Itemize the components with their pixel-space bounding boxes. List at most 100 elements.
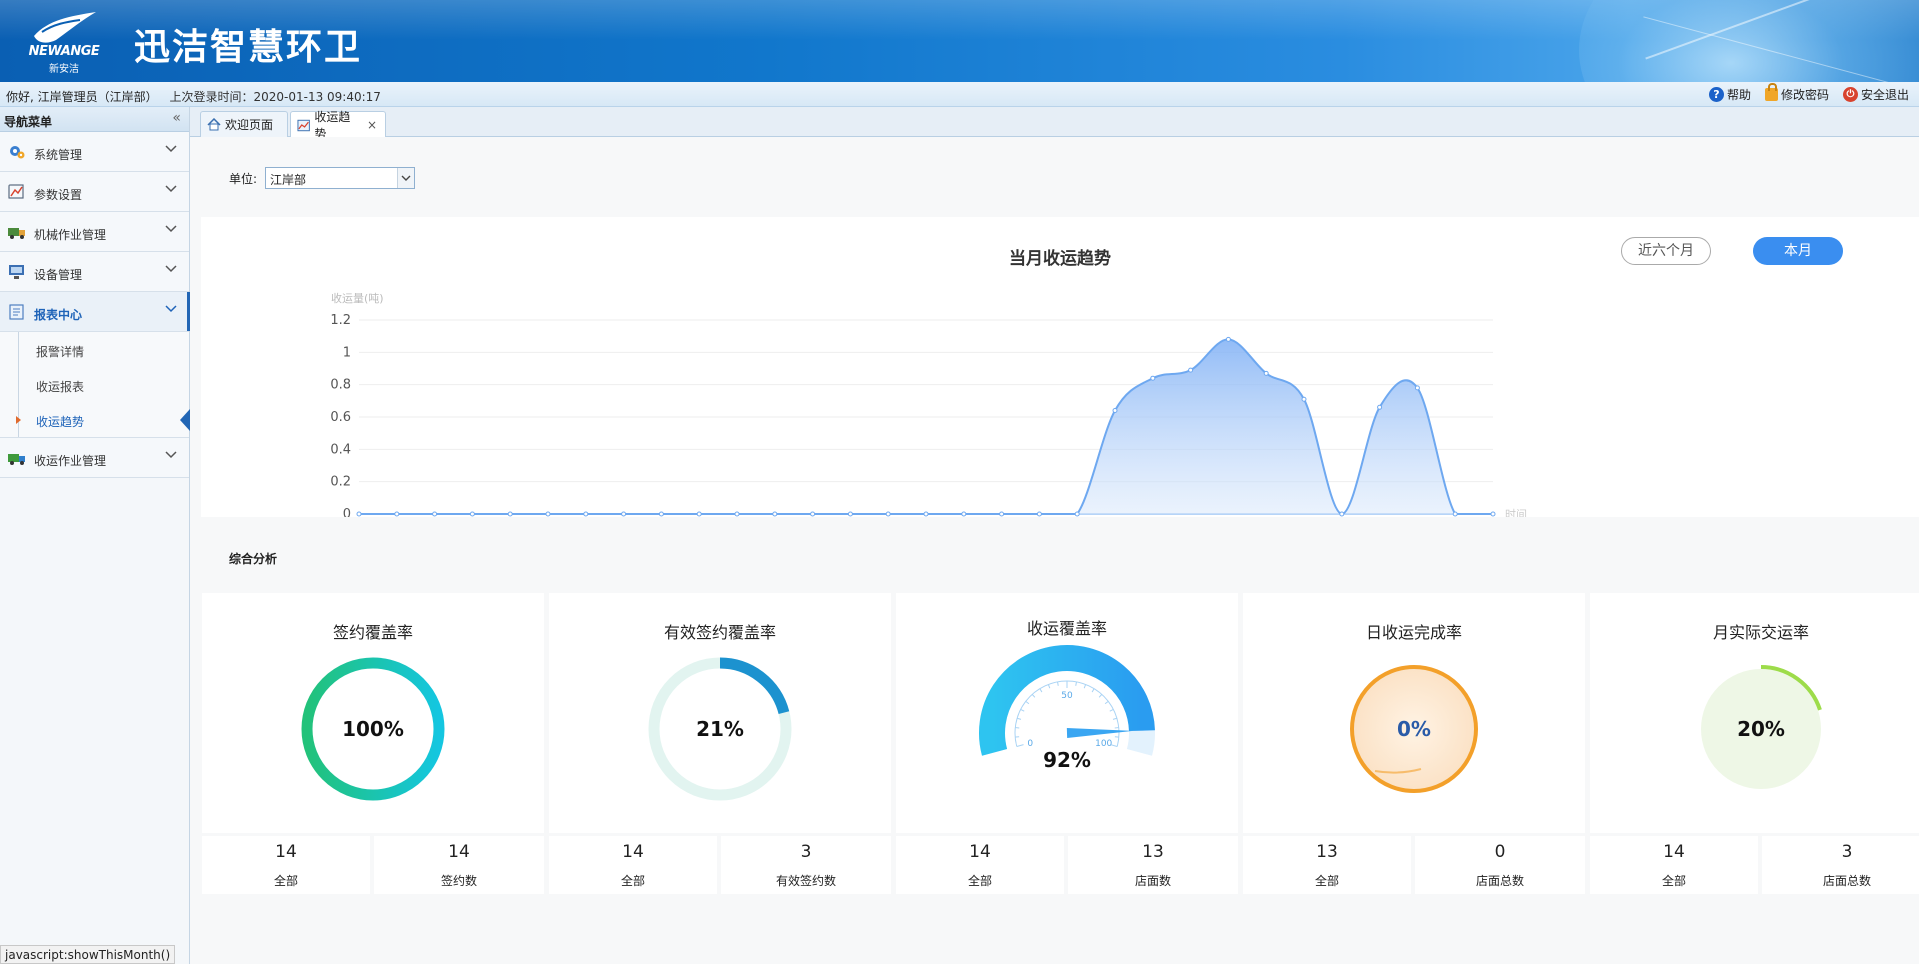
sidebar-item-system[interactable]: 系统管理 [0, 132, 189, 172]
data-point [810, 511, 816, 517]
stat-number: 13 [1316, 842, 1338, 862]
this-month-button[interactable]: 本月 [1753, 237, 1843, 265]
gauge-tick [1109, 708, 1114, 712]
gauge-needle [1066, 728, 1133, 738]
data-point [1150, 375, 1156, 381]
sidebar-item-reports[interactable]: 报表中心 [0, 292, 190, 332]
greeting-text: 你好, 江岸管理员（江岸部） [6, 90, 158, 104]
logout-label: 安全退出 [1860, 88, 1909, 102]
data-point [1452, 511, 1458, 517]
chevron-down-icon [165, 225, 177, 233]
trend-chart-icon [297, 119, 310, 131]
stat-signed: 14 签约数 [374, 836, 544, 894]
stat-number: 14 [448, 842, 470, 862]
tab-welcome[interactable]: 欢迎页面 [200, 111, 288, 137]
gauge-tick [1016, 717, 1022, 720]
submenu-item-label: 报警详情 [36, 345, 85, 359]
six-months-button[interactable]: 近六个月 [1621, 237, 1711, 265]
gauge-tick [1104, 700, 1109, 705]
stat-store-total: 3 店面总数 [1762, 836, 1919, 894]
main-content: 单位: 江岸部 收运量(吨)时间00.20.40.60.811.21415161… [190, 137, 1919, 964]
data-point [1036, 511, 1042, 517]
sidebar-item-params[interactable]: 参数设置 [0, 172, 189, 212]
company-logo: NEWANGE 新安洁 [18, 8, 110, 75]
monitor-icon [9, 265, 24, 279]
signing-coverage-card: 签约覆盖率 100% [202, 593, 544, 833]
data-point [356, 511, 362, 517]
change-password-link[interactable]: 修改密码 [1764, 83, 1829, 103]
submenu-item-collection-report[interactable]: 收运报表 [0, 367, 189, 402]
gauge-tick [1091, 688, 1095, 693]
stat-label: 店面数 [1134, 874, 1171, 888]
data-point [1377, 404, 1383, 410]
change-password-label: 修改密码 [1780, 88, 1829, 102]
card-percent: 100% [342, 717, 404, 741]
tab-bar: 欢迎页面 收运趋势 × [190, 107, 1919, 141]
submenu-item-alarm-details[interactable]: 报警详情 [0, 332, 189, 367]
valid-signing-coverage-card: 有效签约覆盖率 21% [549, 593, 891, 833]
delivery-ring-chart [1701, 665, 1822, 789]
data-point [1225, 336, 1231, 342]
data-point [394, 511, 400, 517]
y-tick-label: 1.2 [330, 313, 351, 328]
unit-filter: 单位: 江岸部 [229, 167, 416, 189]
truck-icon [8, 228, 25, 239]
ring-progress-arc [719, 657, 790, 715]
browser-status-bar: javascript:showThisMonth() [0, 945, 176, 964]
stat-valid-signed: 3 有效签约数 [721, 836, 891, 894]
collapse-sidebar-icon[interactable]: « [172, 110, 181, 126]
tab-collection-trend[interactable]: 收运趋势 × [290, 110, 386, 141]
dropdown-button[interactable] [397, 168, 415, 188]
data-point [621, 511, 627, 517]
y-tick-label: 0.4 [330, 442, 351, 457]
data-point [432, 511, 438, 517]
unit-select[interactable]: 江岸部 [265, 167, 416, 189]
data-point [1112, 408, 1118, 414]
sidebar-item-devices[interactable]: 设备管理 [0, 252, 189, 292]
stat-number: 3 [1841, 842, 1853, 862]
chevron-down-icon [165, 145, 177, 153]
report-submenu: 报警详情 收运报表 收运趋势 [0, 332, 190, 438]
sidebar-item-label: 设备管理 [34, 268, 83, 282]
gears-icon [10, 146, 25, 159]
stat-total: 14 全部 [202, 836, 370, 894]
sidebar-item-machinery[interactable]: 机械作业管理 [0, 212, 189, 252]
gauge-tick [1098, 694, 1103, 698]
report-icon [9, 304, 24, 320]
stat-label: 全部 [1314, 874, 1339, 888]
sidebar-title: 导航菜单 [4, 115, 53, 129]
data-point [923, 511, 929, 517]
stat-label: 有效签约数 [775, 874, 836, 888]
y-tick-label: 1 [343, 345, 351, 360]
current-item-marker [16, 416, 21, 424]
current-item-pointer [180, 409, 190, 431]
gauge-tick [1057, 681, 1059, 686]
submenu-item-collection-trend[interactable]: 收运趋势 [0, 402, 190, 437]
stat-total: 14 全部 [1590, 836, 1758, 894]
data-point [507, 511, 513, 517]
sidebar-item-collection-ops[interactable]: 收运作业管理 [0, 438, 189, 478]
stat-number: 13 [1142, 842, 1164, 862]
data-point [961, 511, 967, 517]
power-icon: ⏻ [1842, 87, 1858, 102]
coverage-ring-chart [648, 657, 792, 801]
gauge-tick [1020, 708, 1025, 712]
card-percent: 21% [696, 717, 744, 741]
garbage-truck-icon [8, 454, 25, 465]
help-label: 帮助 [1726, 88, 1751, 102]
series-area [359, 339, 1493, 514]
sidebar-item-label: 收运作业管理 [34, 454, 107, 468]
data-point [1188, 367, 1194, 373]
close-tab-icon[interactable]: × [367, 118, 377, 132]
gauge-tick [1039, 688, 1043, 693]
app-title: 迅洁智慧环卫 [134, 27, 363, 68]
chevron-down-icon [165, 185, 177, 193]
help-link[interactable]: ? 帮助 [1708, 86, 1751, 103]
y-axis-title: 收运量(吨) [331, 291, 384, 305]
x-axis-title: 时间 [1505, 508, 1527, 517]
help-icon: ? [1708, 87, 1724, 102]
sidebar: 导航菜单 « 系统管理 参数设置 机械作业管理 设备管理 报表中心 报警详情 收… [0, 107, 190, 964]
logout-link[interactable]: ⏻ 安全退出 [1842, 86, 1909, 103]
stat-label: 全部 [273, 874, 298, 888]
sidebar-item-label: 机械作业管理 [34, 228, 107, 242]
